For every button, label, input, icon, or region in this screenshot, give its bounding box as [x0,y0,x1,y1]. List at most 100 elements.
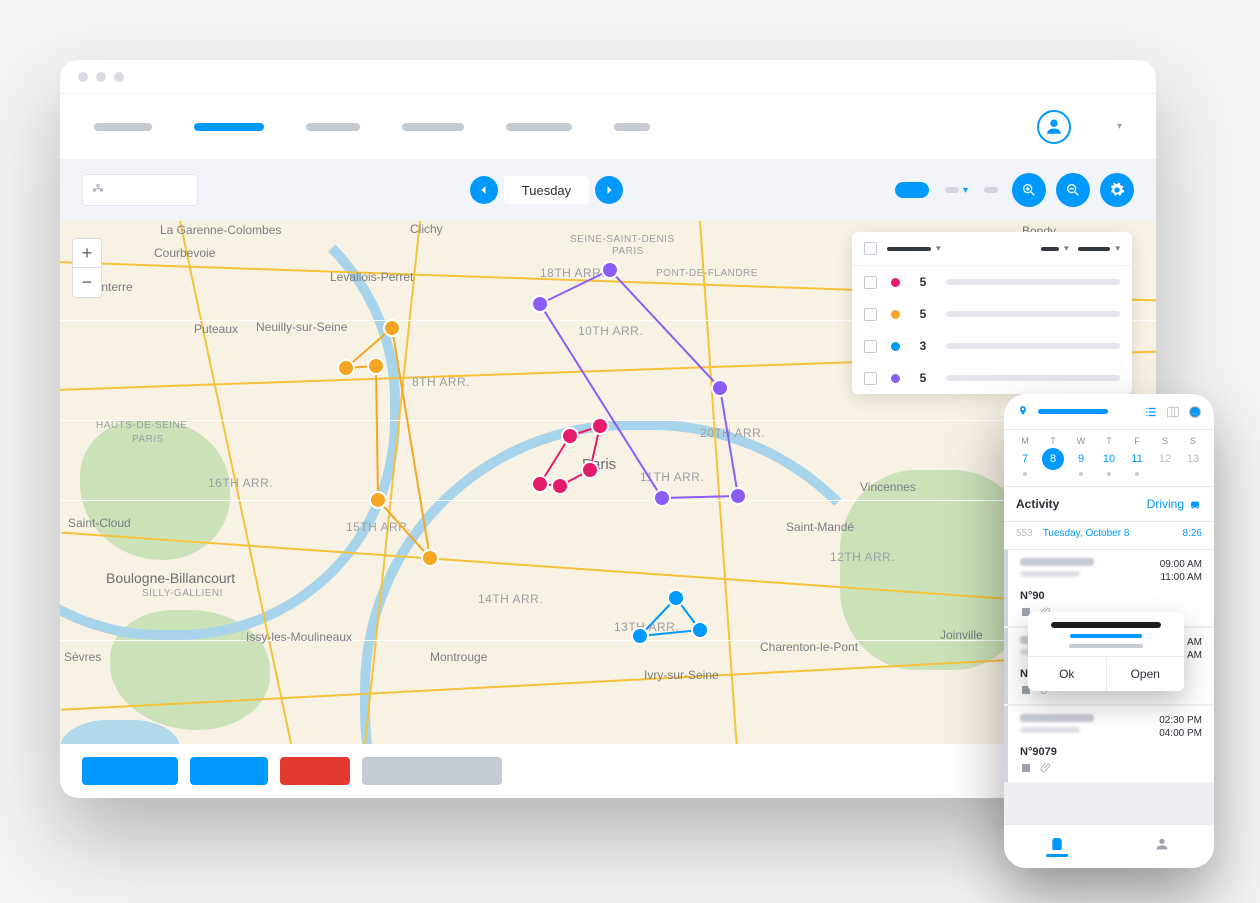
legend-bar [946,375,1120,381]
item-sub-blur [1020,571,1080,577]
window-titlebar [60,60,1156,94]
gear-icon [1109,182,1125,198]
cal-hd: T [1098,436,1120,446]
legend-row[interactable]: 5 [852,362,1132,394]
mobile-title [1038,409,1108,414]
toolbar: Tuesday ▾ [60,160,1156,220]
legend-count: 5 [914,371,932,385]
mobile-popup: Ok Open [1028,612,1184,691]
popup-ok-button[interactable]: Ok [1028,657,1107,691]
legend-bar [946,343,1120,349]
activity-label: Activity [1016,497,1059,511]
cal-day[interactable]: 10 [1098,448,1120,470]
legend-checkbox[interactable] [864,340,877,353]
current-date: Tuesday, October 8 [1043,528,1173,539]
zoom-in-button[interactable] [1012,173,1046,207]
cal-day[interactable]: 12 [1154,448,1176,470]
smile-icon[interactable] [1188,405,1202,419]
cal-hd: W [1070,436,1092,446]
popup-open-button[interactable]: Open [1107,657,1185,691]
item-title-blur [1020,558,1094,566]
user-icon [1045,118,1063,136]
item-times: AMAM [1187,636,1202,662]
item-times: 09:00 AM11:00 AM [1160,558,1202,584]
prev-day-button[interactable] [470,176,498,204]
nav-item-3[interactable] [306,123,360,131]
nav-item-1[interactable] [94,123,152,131]
bottom-nav-profile[interactable] [1109,825,1214,868]
footer-primary-1[interactable] [82,757,178,785]
legend-color-pink [891,278,900,287]
mobile-header [1004,394,1214,430]
legend-checkbox[interactable] [864,372,877,385]
legend-row[interactable]: 3 [852,330,1132,362]
desktop-window: ▾ Tuesday ▾ [60,60,1156,798]
clipboard-icon [1049,836,1065,852]
bottom-nav-activity[interactable] [1004,825,1109,868]
legend-row[interactable]: 5 [852,298,1132,330]
search-minus-icon [1065,182,1081,198]
settings-button[interactable] [1100,173,1134,207]
nav-item-6[interactable] [614,123,650,131]
current-index: 553 [1016,528,1033,539]
route-legend: ▾ ▾ ▾ 5 5 3 [852,232,1132,394]
legend-master-checkbox[interactable] [864,242,877,255]
scope-active-pill [895,182,929,198]
legend-row[interactable]: 5 [852,266,1132,298]
item-id: N°90 [1020,590,1202,602]
avatar-button[interactable] [1037,110,1071,144]
popup-title-blur [1051,622,1161,628]
activity-sub: 553 Tuesday, October 8 8:26 [1004,522,1214,550]
list-item[interactable]: 02:30 PM04:00 PM N°9079 [1004,706,1214,782]
footer-secondary[interactable] [362,757,502,785]
zoom-out-button[interactable] [1056,173,1090,207]
nav-item-4[interactable] [402,123,464,131]
user-pin-icon[interactable] [1016,405,1030,419]
popup-meta-blur [1069,644,1143,648]
legend-checkbox[interactable] [864,276,877,289]
cal-day[interactable]: 13 [1182,448,1204,470]
chevron-down-icon: ▾ [1117,121,1122,132]
hierarchy-filter[interactable] [82,174,198,206]
scope-filter[interactable]: ▾ [895,182,998,198]
cal-day[interactable]: 9 [1070,448,1092,470]
user-icon [1154,836,1170,852]
attachment-icon [1040,762,1052,774]
cal-hd: T [1042,436,1064,446]
legend-checkbox[interactable] [864,308,877,321]
traffic-light-min[interactable] [96,72,106,82]
list-icon[interactable] [1144,405,1158,419]
footer-danger[interactable] [280,757,350,785]
footer-primary-2[interactable] [190,757,268,785]
activity-mode[interactable]: Driving [1147,497,1202,511]
chevron-down-icon: ▾ [963,185,968,196]
map-icon[interactable] [1166,405,1180,419]
current-day-label[interactable]: Tuesday [504,176,589,204]
traffic-light-close[interactable] [78,72,88,82]
chevron-right-icon [603,184,615,196]
cal-day-selected[interactable]: 8 [1042,448,1064,470]
next-day-button[interactable] [595,176,623,204]
nav-item-2-active[interactable] [194,123,264,131]
traffic-light-max[interactable] [114,72,124,82]
nav-item-5[interactable] [506,123,572,131]
popup-link-blur [1070,634,1142,638]
cal-day[interactable]: 7 [1014,448,1036,470]
calendar-icon [1020,762,1032,774]
top-nav: ▾ [60,94,1156,160]
chevron-left-icon [478,184,490,196]
legend-count: 3 [914,339,932,353]
legend-count: 5 [914,275,932,289]
mobile-bottom-nav [1004,824,1214,868]
search-plus-icon [1021,182,1037,198]
legend-color-orange [891,310,900,319]
scope-idle-segment [984,187,998,193]
item-id: N°9079 [1020,746,1202,758]
cal-day[interactable]: 11 [1126,448,1148,470]
cal-hd: F [1126,436,1148,446]
scope-dropdown[interactable]: ▾ [945,185,968,196]
map[interactable]: Paris 8TH ARR. 10TH ARR. 11TH ARR. 12TH … [60,220,1156,744]
car-icon [1188,497,1202,511]
day-picker: Tuesday [470,176,623,204]
item-sub-blur [1020,727,1080,733]
